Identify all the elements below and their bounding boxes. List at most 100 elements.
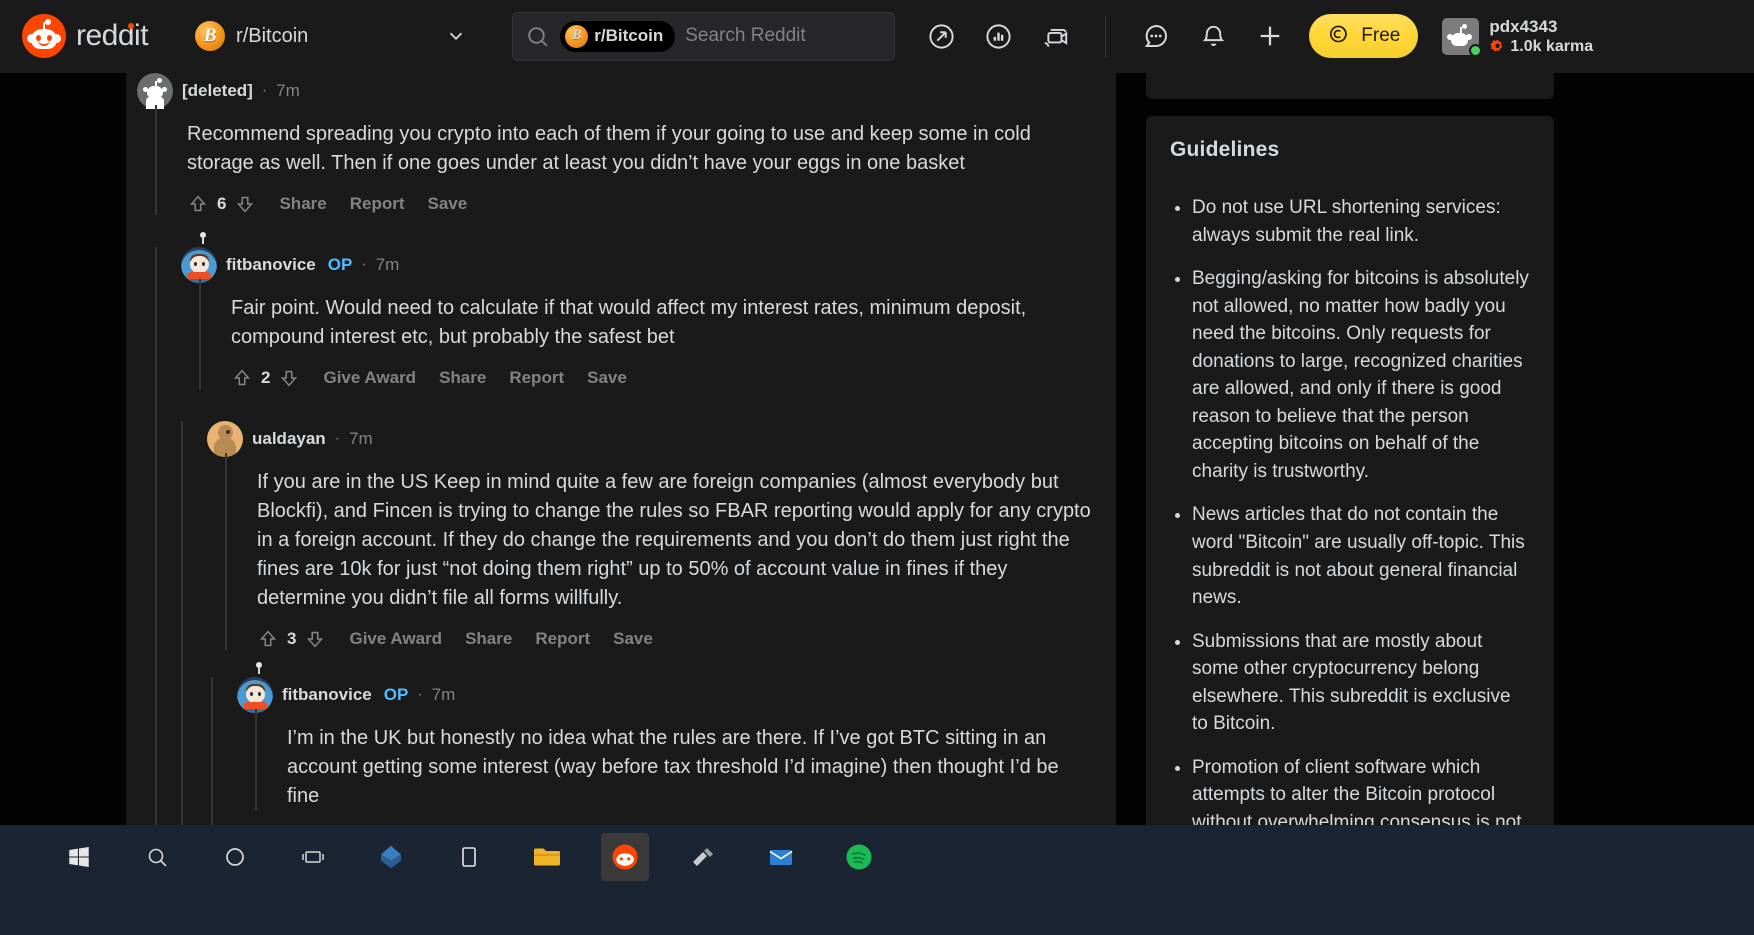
cortana-icon[interactable] [211, 833, 259, 881]
popular-trending-icon[interactable] [924, 19, 958, 53]
comment-score: 6 [217, 194, 227, 213]
comment-timestamp: 7m [276, 81, 300, 100]
spotify-icon[interactable] [835, 833, 883, 881]
tool-icon[interactable] [679, 833, 727, 881]
reddit-coin-icon [1327, 21, 1353, 52]
share-button[interactable]: Share [465, 629, 512, 649]
fitbanovice-avatar [181, 247, 217, 283]
comment-header: fitbanovice OP · 7m [222, 662, 1112, 713]
comment-separator: · [261, 82, 268, 99]
guidelines-title: Guidelines [1170, 138, 1280, 161]
comment-header: [deleted] · 7m [137, 73, 1112, 109]
vote-control: 6 [187, 193, 256, 215]
search-subreddit-chip[interactable]: B r/Bitcoin [560, 20, 676, 52]
windows-taskbar [0, 825, 1754, 935]
reddit-live-video-icon[interactable] [1038, 19, 1072, 53]
fitbanovice-avatar [237, 677, 273, 713]
report-button[interactable]: Report [509, 368, 564, 388]
chevron-down-icon[interactable] [445, 25, 467, 47]
comment-author[interactable]: ualdayan [252, 429, 326, 449]
search-input[interactable]: B r/Bitcoin Search Reddit [512, 11, 896, 61]
comment-body: Recommend spreading you crypto into each… [187, 123, 1031, 174]
downvote-arrow-icon[interactable] [304, 628, 326, 650]
task-view-icon[interactable] [289, 833, 337, 881]
online-status-dot [1469, 43, 1483, 57]
thread-collapse-line[interactable] [155, 247, 157, 437]
comment-separator: · [361, 256, 367, 273]
comment-author[interactable]: [deleted] [182, 81, 253, 101]
share-button[interactable]: Share [279, 194, 326, 214]
comment-separator: · [334, 430, 341, 447]
op-badge: OP [383, 685, 409, 704]
store-icon[interactable] [445, 833, 493, 881]
subreddit-selector[interactable]: B r/Bitcoin [195, 21, 308, 51]
chat-bubble-icon[interactable] [1139, 19, 1173, 53]
thread-collapse-line[interactable] [255, 709, 257, 811]
comment-header: ualdayan · 7m [192, 421, 1112, 457]
vote-control: 2 [231, 367, 300, 389]
list-item: News articles that do not contain the wo… [1192, 501, 1530, 611]
reddit-wordmark-dot [128, 23, 135, 29]
share-button[interactable]: Share [439, 368, 486, 388]
search-chip-label: r/Bitcoin [594, 26, 664, 45]
user-meta: pdx4343 1.0k karma [1489, 17, 1593, 56]
comment-score: 3 [287, 629, 297, 648]
reddit-app-icon[interactable] [601, 833, 649, 881]
bitcoin-coin-icon: B [195, 21, 226, 51]
thread-collapse-line[interactable] [199, 279, 201, 389]
save-button[interactable]: Save [613, 629, 653, 649]
op-badge: OP [327, 255, 353, 274]
upvote-arrow-icon[interactable] [231, 367, 253, 389]
start-menu-icon[interactable] [55, 833, 103, 881]
reddit-wordmark: reddit [76, 19, 149, 53]
search-placeholder: Search Reddit [685, 25, 806, 46]
report-button[interactable]: Report [350, 194, 405, 214]
header-divider [1105, 15, 1107, 57]
deleted-user-avatar [137, 73, 173, 109]
karma-value: 1.0k karma [1510, 37, 1594, 55]
comment-body: Fair point. Would need to calculate if t… [231, 297, 1027, 348]
comment-item: [deleted] · 7m Recommend spreading you c… [137, 73, 1112, 215]
downvote-arrow-icon[interactable] [234, 193, 256, 215]
give-award-button[interactable]: Give Award [323, 368, 416, 388]
comment-body: I’m in the UK but honestly no idea what … [287, 727, 1059, 807]
comment-body: If you are in the US Keep in mind quite … [257, 471, 1091, 609]
downvote-arrow-icon[interactable] [278, 367, 300, 389]
reddit-home-link[interactable]: reddit [22, 14, 149, 58]
upvote-arrow-icon[interactable] [187, 193, 209, 215]
create-post-plus-icon[interactable] [1253, 19, 1287, 53]
page-body: [deleted] · 7m Recommend spreading you c… [0, 73, 1754, 935]
search-icon [525, 24, 550, 49]
karma-label: 1.0k karma [1489, 38, 1593, 56]
comment-score: 2 [261, 368, 271, 387]
comment-actions: 6 Share Report Save [187, 178, 1112, 215]
report-button[interactable]: Report [535, 629, 590, 649]
reddit-wordmark-text: reddit [76, 19, 149, 52]
thread-collapse-line[interactable] [225, 453, 227, 650]
save-button[interactable]: Save [587, 368, 627, 388]
upvote-arrow-icon[interactable] [257, 628, 279, 650]
comment-item: fitbanovice OP · 7m I’m in the UK but ho… [155, 662, 1112, 935]
comment-author[interactable]: fitbanovice [282, 685, 372, 705]
reddit-coins-free-button[interactable]: Free [1309, 14, 1419, 58]
left-gutter [0, 73, 126, 935]
thread-collapse-line[interactable] [155, 105, 157, 215]
edge-browser-icon[interactable] [367, 833, 415, 881]
save-button[interactable]: Save [428, 194, 468, 214]
comment-separator: · [417, 686, 423, 703]
ualdayan-avatar [207, 421, 243, 457]
notifications-bell-icon[interactable] [1196, 19, 1230, 53]
comment-timestamp: 7m [375, 255, 400, 274]
comment-timestamp: 7m [349, 429, 373, 448]
search-taskbar-icon[interactable] [133, 833, 181, 881]
stats-chart-icon[interactable] [981, 19, 1015, 53]
file-explorer-icon[interactable] [523, 833, 571, 881]
sidebar: Guidelines Do not use URL shortening ser… [1146, 73, 1554, 935]
comment-author[interactable]: fitbanovice [226, 255, 316, 275]
give-award-button[interactable]: Give Award [349, 629, 442, 649]
user-menu-button[interactable]: pdx4343 1.0k karma [1442, 17, 1593, 57]
vote-control: 3 [257, 628, 326, 650]
mail-icon[interactable] [757, 833, 805, 881]
coins-free-label: Free [1361, 25, 1401, 46]
top-navigation-bar: reddit B r/Bitcoin B r/Bitcoin Search Re… [0, 0, 1754, 73]
